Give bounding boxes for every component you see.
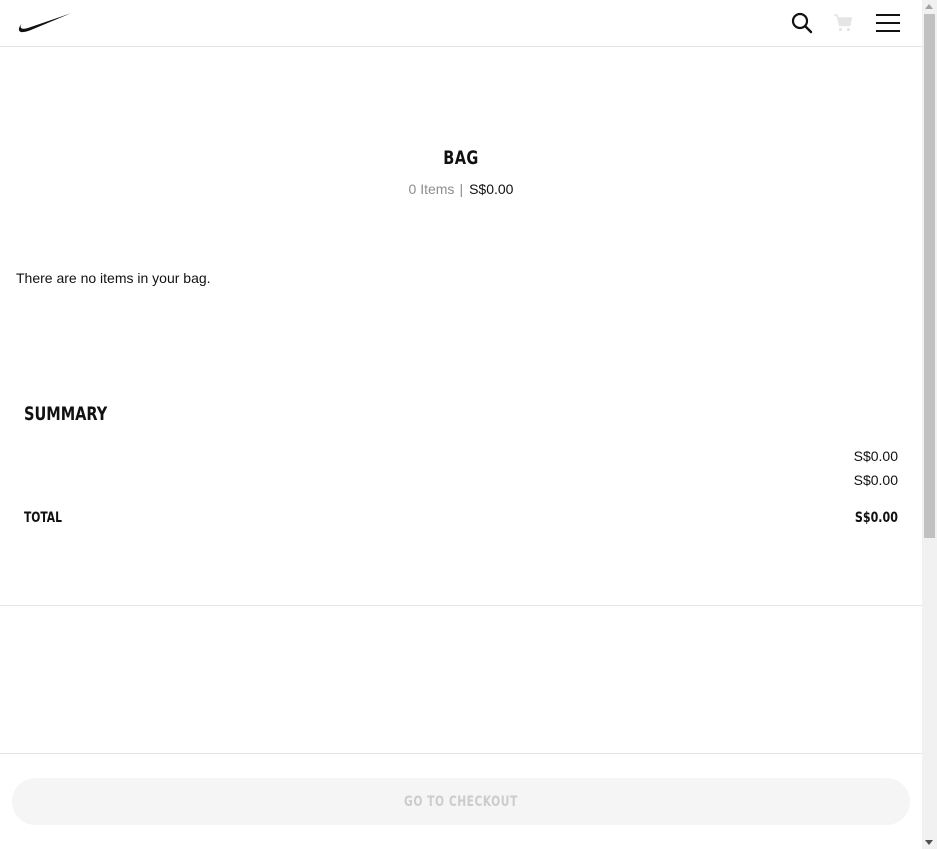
summary-title: SUMMARY: [24, 403, 108, 425]
bag-meta: 0 Items | S$0.00: [0, 181, 922, 197]
scroll-down-arrow-icon[interactable]: [925, 840, 933, 845]
cart-icon[interactable]: [830, 10, 856, 36]
bag-meta-separator: |: [459, 181, 464, 197]
bag-items-count: 0 Items: [408, 181, 455, 197]
hamburger-menu-icon[interactable]: [875, 10, 901, 36]
summary-total-value: S$0.00: [854, 510, 898, 526]
bag-title: BAG: [443, 147, 479, 169]
section-divider: [0, 605, 922, 606]
go-to-checkout-label: GO TO CHECKOUT: [404, 793, 518, 810]
scroll-up-arrow-icon[interactable]: [925, 4, 933, 9]
search-icon[interactable]: [789, 10, 815, 36]
page: BAG 0 Items | S$0.00 There are no items in…: [0, 0, 937, 849]
viewport: BAG 0 Items | S$0.00 There are no items in…: [0, 0, 922, 849]
nike-swoosh-icon[interactable]: [18, 12, 72, 34]
scrollbar-thumb[interactable]: [924, 14, 935, 538]
summary-subtotal-value: S$0.00: [853, 448, 898, 464]
go-to-checkout-button[interactable]: GO TO CHECKOUT: [12, 778, 910, 825]
bag-total: S$0.00: [469, 181, 514, 197]
summary-total-label: TOTAL: [24, 510, 62, 526]
checkout-footer: GO TO CHECKOUT: [0, 753, 922, 849]
empty-bag-message: There are no items in your bag.: [16, 270, 211, 286]
site-header: [0, 0, 922, 47]
vertical-scrollbar[interactable]: [922, 0, 937, 849]
summary-delivery-value: S$0.00: [853, 472, 898, 488]
